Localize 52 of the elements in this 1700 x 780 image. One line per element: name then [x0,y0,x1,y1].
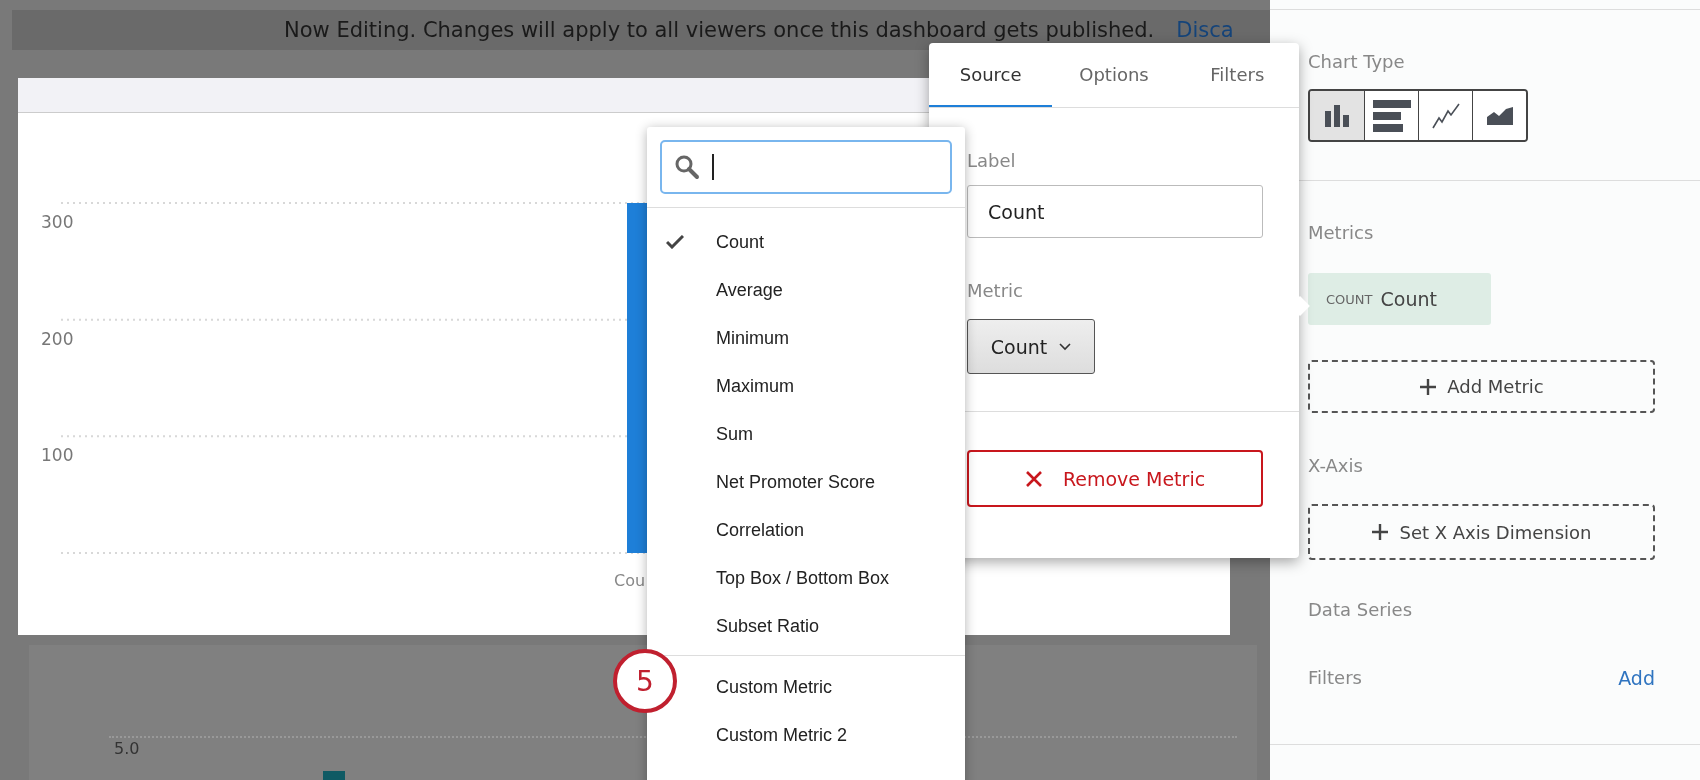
menu-item[interactable]: Subset Ratio [716,602,965,650]
field-label: Label [967,149,1017,173]
category-label: Cou [614,571,646,590]
menu-item[interactable]: Count [716,218,965,266]
bar-chart-icon [1372,99,1411,132]
field-label: Metric [967,279,1024,303]
section-label: Data Series [1308,598,1414,622]
tab[interactable]: Options [1052,43,1176,107]
area-chart-icon [1486,106,1513,125]
section-label: Chart Type [1308,50,1406,74]
metric-type-tag: COUNT [1326,291,1373,307]
plus-icon [1371,523,1390,541]
menu-item[interactable]: Maximum [716,362,965,410]
label-input-field[interactable]: Count [967,185,1263,238]
section-label: Filters [1308,666,1362,690]
menu-item[interactable]: Sum [716,410,965,458]
metric-dropdown-button[interactable]: Count [967,319,1095,374]
menu-item[interactable]: Average [716,266,965,314]
area-chart-button[interactable] [1472,91,1526,140]
tab[interactable]: Filters [1175,43,1299,107]
metric-name: Count [1380,288,1437,310]
menu-item[interactable]: Net Promoter Score [716,458,965,506]
axis-tick-label: 100 [41,445,74,466]
column-chart-icon [1324,104,1350,127]
axis-tick-label: 300 [41,212,74,232]
banner-message: Now Editing. Changes will apply to all viewers once this dashboard gets published. [284,18,1155,42]
metric-chip[interactable]: COUNT Count [1308,273,1491,325]
close-icon [1024,469,1043,488]
section-label: X-Axis [1308,454,1364,478]
menu-item[interactable]: Correlation [716,506,965,554]
set-x-axis-button[interactable]: Set X Axis Dimension [1308,504,1655,560]
column-chart-button[interactable] [1310,91,1364,140]
add-metric-button[interactable]: Add Metric [1308,360,1655,413]
axis-tick-label: 5.0 [114,739,140,758]
line-chart-icon [1431,102,1460,129]
line-chart-button[interactable] [1418,91,1472,140]
tab[interactable]: Source [929,43,1053,107]
menu-item[interactable]: Top Box / Bottom Box [716,554,965,602]
add-filter-link[interactable]: Add [1618,666,1655,690]
remove-metric-button[interactable]: Remove Metric [967,450,1263,507]
search-icon [674,154,700,180]
section-label: Metrics [1308,221,1375,245]
menu-item[interactable]: Minimum [716,314,965,362]
search-field[interactable] [660,140,952,194]
menu-item[interactable]: Custom Metric 2 [716,711,965,759]
menu-item[interactable]: Custom Metric [716,663,965,711]
bar-chart-button[interactable] [1364,91,1418,140]
axis-tick-label: 200 [41,328,74,349]
chevron-down-icon [1059,342,1072,351]
text-cursor [712,154,714,180]
plus-icon [1419,377,1438,396]
check-icon [666,235,684,249]
